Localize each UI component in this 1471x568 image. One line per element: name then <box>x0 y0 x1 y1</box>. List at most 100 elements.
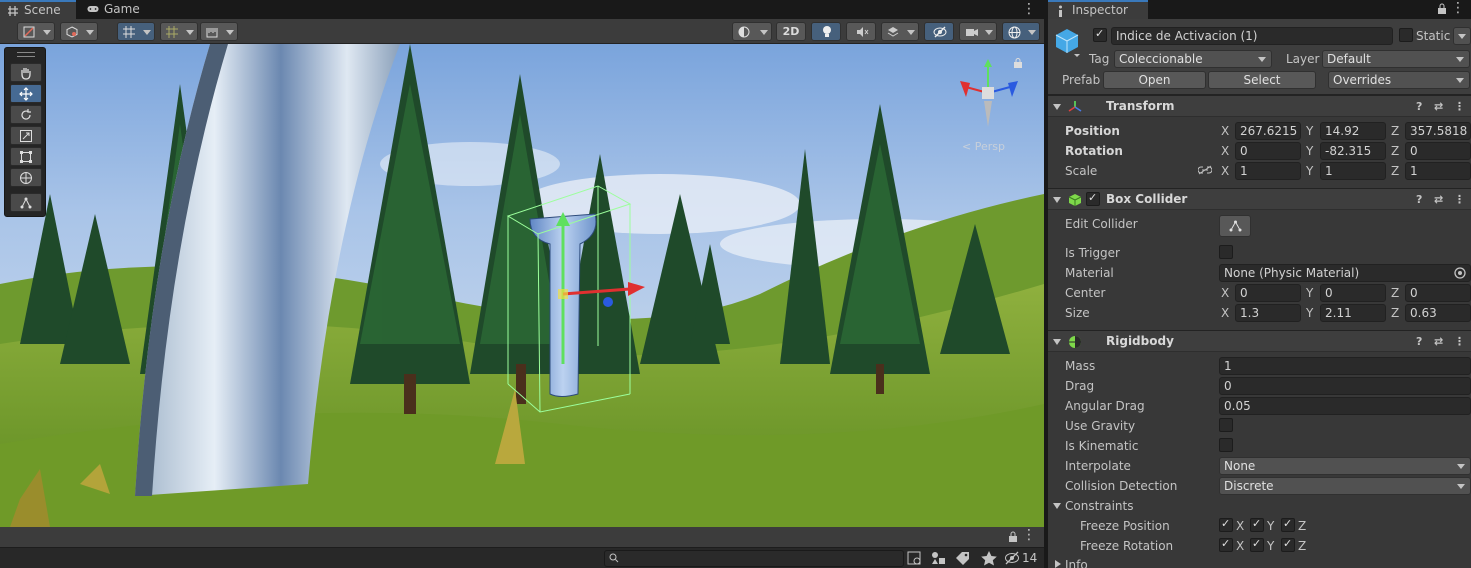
component-menu-icon[interactable]: ⋮ <box>1454 100 1465 113</box>
box-collider-header[interactable]: ✓ Box Collider ? ⇄ ⋮ <box>1048 188 1471 210</box>
presets-icon[interactable]: ⇄ <box>1434 335 1443 348</box>
audio-toggle[interactable] <box>846 22 876 41</box>
transform-header[interactable]: Transform ? ⇄ ⋮ <box>1048 95 1471 117</box>
shading-mode-dropdown[interactable] <box>732 22 772 41</box>
rigidbody-foldout-arrow[interactable] <box>1053 339 1061 345</box>
axis-x-label[interactable]: X <box>1221 164 1229 178</box>
axis-y-label[interactable]: Y <box>1306 164 1313 178</box>
position-label[interactable]: Position <box>1065 124 1120 138</box>
center-label[interactable]: Center <box>1065 286 1105 300</box>
box-collider-enabled-checkbox[interactable]: ✓ <box>1086 191 1100 206</box>
scale-label[interactable]: Scale <box>1065 164 1097 178</box>
size-x-field[interactable]: 1.3 <box>1235 304 1301 322</box>
tab-game[interactable]: Game <box>80 0 150 19</box>
static-dropdown[interactable] <box>1453 27 1471 45</box>
scale-tool[interactable] <box>10 126 42 145</box>
panel-grip-handle[interactable] <box>17 52 35 57</box>
gizmos-dropdown[interactable] <box>1002 22 1040 41</box>
axis-x-label[interactable]: X <box>1221 306 1229 320</box>
lighting-toggle[interactable] <box>811 22 841 41</box>
label-tag-icon[interactable] <box>954 550 972 566</box>
freeze-position-x-checkbox[interactable]: ✓ <box>1219 517 1233 532</box>
center-z-field[interactable]: 0 <box>1405 284 1471 302</box>
prefab-cube-icon[interactable] <box>1054 27 1080 57</box>
grid-snapping-toggle[interactable] <box>117 22 155 41</box>
help-icon[interactable]: ? <box>1416 335 1422 348</box>
hand-tool[interactable] <box>10 63 42 82</box>
info-label[interactable]: Info <box>1065 558 1088 568</box>
object-name-field[interactable]: Indice de Activacion (1) <box>1111 27 1393 45</box>
drag-label[interactable]: Drag <box>1065 379 1094 393</box>
help-icon[interactable]: ? <box>1416 100 1422 113</box>
size-z-field[interactable]: 0.63 <box>1405 304 1471 322</box>
scene-visibility-toggle[interactable] <box>924 22 954 41</box>
prefab-overrides-dropdown[interactable]: Overrides <box>1328 71 1470 89</box>
prefab-open-button[interactable]: Open <box>1103 71 1206 89</box>
axis-z-label[interactable]: Z <box>1391 306 1399 320</box>
rotation-x-field[interactable]: 0 <box>1235 142 1301 160</box>
axis-z-label[interactable]: Z <box>1391 286 1399 300</box>
axis-y-label[interactable]: Y <box>1306 144 1313 158</box>
is-trigger-checkbox[interactable] <box>1219 245 1233 259</box>
inspector-lock-icon[interactable] <box>1437 3 1447 15</box>
favorite-star-icon[interactable] <box>980 550 998 566</box>
axis-y-label[interactable]: Y <box>1306 124 1313 138</box>
object-picker-icon[interactable] <box>1453 266 1467 280</box>
camera-settings-dropdown[interactable] <box>959 22 997 41</box>
axis-x-label[interactable]: X <box>1221 144 1229 158</box>
drag-field[interactable]: 0 <box>1219 377 1471 395</box>
constraints-label[interactable]: Constraints <box>1065 499 1133 513</box>
search-scope-icon[interactable] <box>906 550 924 566</box>
interpolate-dropdown[interactable]: None <box>1219 457 1471 475</box>
freeze-rotation-z-checkbox[interactable]: ✓ <box>1281 537 1295 552</box>
search-input[interactable] <box>623 551 899 566</box>
box-collider-foldout-arrow[interactable] <box>1053 197 1061 203</box>
tag-dropdown[interactable]: Coleccionable <box>1114 50 1272 68</box>
axis-z-label[interactable]: Z <box>1391 164 1399 178</box>
scene-viewport[interactable]: < Persp <box>0 44 1044 527</box>
transform-foldout-arrow[interactable] <box>1053 104 1061 110</box>
angular-drag-label[interactable]: Angular Drag <box>1065 399 1145 413</box>
rect-tool[interactable] <box>10 147 42 166</box>
angular-drag-field[interactable]: 0.05 <box>1219 397 1471 415</box>
component-menu-icon[interactable]: ⋮ <box>1454 335 1465 348</box>
help-icon[interactable]: ? <box>1416 193 1422 206</box>
increment-snap-dropdown[interactable] <box>160 22 198 41</box>
center-y-field[interactable]: 0 <box>1320 284 1386 302</box>
freeze-rotation-y-checkbox[interactable]: ✓ <box>1250 537 1264 552</box>
rotation-z-field[interactable]: 0 <box>1405 142 1471 160</box>
tab-inspector[interactable]: Inspector <box>1048 0 1148 19</box>
draw-mode-dropdown[interactable] <box>17 22 55 41</box>
info-foldout-arrow[interactable] <box>1055 560 1061 568</box>
is-kinematic-checkbox[interactable] <box>1219 438 1233 452</box>
scale-z-field[interactable]: 1 <box>1405 162 1471 180</box>
transform-tool[interactable] <box>10 168 42 187</box>
center-x-field[interactable]: 0 <box>1235 284 1301 302</box>
edit-collider-button[interactable] <box>1219 215 1251 237</box>
prefab-select-button[interactable]: Select <box>1208 71 1316 89</box>
material-field[interactable]: None (Physic Material) <box>1219 264 1471 282</box>
freeze-position-z-checkbox[interactable]: ✓ <box>1281 517 1295 532</box>
custom-editor-tool[interactable] <box>10 193 42 212</box>
toggle-2d-button[interactable]: 2D <box>776 22 806 41</box>
axis-z-label[interactable]: Z <box>1391 124 1399 138</box>
collision-detection-dropdown[interactable]: Discrete <box>1219 477 1471 495</box>
orientation-gizmo[interactable] <box>948 57 1030 132</box>
rotate-tool[interactable] <box>10 105 42 124</box>
scene-menu-icon[interactable]: ⋮ <box>1022 1 1036 17</box>
size-y-field[interactable]: 2.11 <box>1320 304 1386 322</box>
mass-field[interactable]: 1 <box>1219 357 1471 375</box>
scale-x-field[interactable]: 1 <box>1235 162 1301 180</box>
lock-icon[interactable] <box>1008 531 1018 543</box>
size-label[interactable]: Size <box>1065 306 1090 320</box>
grid-visibility-dropdown[interactable] <box>200 22 238 41</box>
projection-label[interactable]: < Persp <box>962 140 1005 153</box>
axis-y-label[interactable]: Y <box>1306 286 1313 300</box>
hidden-objects-eye-icon[interactable] <box>1004 550 1020 566</box>
scale-y-field[interactable]: 1 <box>1320 162 1386 180</box>
status-menu-icon[interactable]: ⋮ <box>1022 527 1036 543</box>
component-menu-icon[interactable]: ⋮ <box>1454 193 1465 206</box>
static-checkbox[interactable] <box>1399 28 1413 42</box>
rigidbody-header[interactable]: Rigidbody ? ⇄ ⋮ <box>1048 330 1471 352</box>
layer-dropdown[interactable]: Default <box>1322 50 1470 68</box>
